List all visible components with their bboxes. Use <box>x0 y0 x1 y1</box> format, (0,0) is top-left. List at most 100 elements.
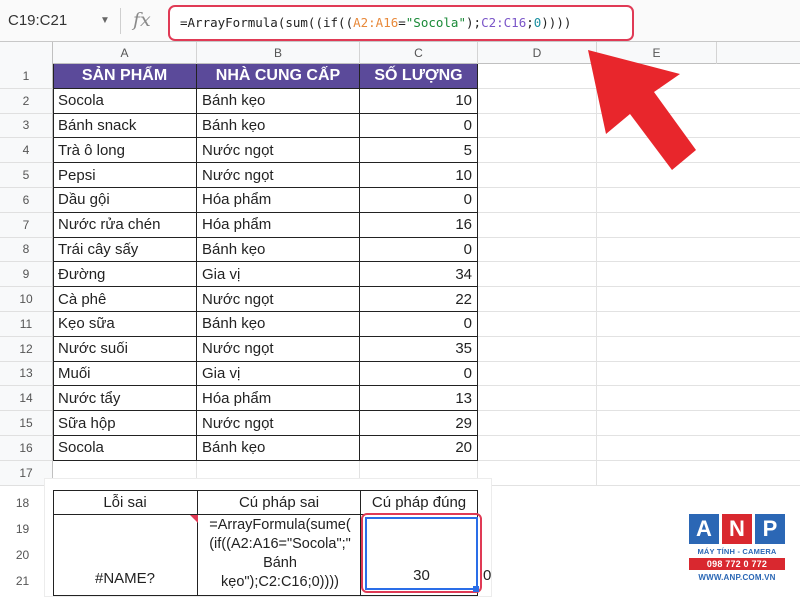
row-number[interactable]: 16 <box>0 436 53 461</box>
row-number[interactable]: 14 <box>0 386 53 412</box>
empty-cell[interactable] <box>478 287 597 312</box>
header-cell[interactable]: NHÀ CUNG CẤP <box>197 64 360 89</box>
quantity-cell[interactable]: 20 <box>360 436 478 461</box>
empty-cell[interactable] <box>478 163 597 188</box>
empty-cell[interactable] <box>478 64 597 89</box>
quantity-cell[interactable]: 13 <box>360 386 478 412</box>
row-number[interactable]: 20 <box>0 542 45 568</box>
supplier-cell[interactable]: Bánh kẹo <box>197 436 360 461</box>
supplier-cell[interactable]: Nước ngọt <box>197 411 360 436</box>
row-number[interactable]: 13 <box>0 361 53 387</box>
empty-cell[interactable] <box>478 237 597 263</box>
empty-cell[interactable] <box>597 461 800 486</box>
empty-cell[interactable] <box>478 113 597 139</box>
supplier-cell[interactable]: Hóa phẩm <box>197 212 360 238</box>
product-cell[interactable]: Dầu gội <box>53 188 197 213</box>
empty-cell[interactable] <box>597 386 800 412</box>
empty-cell[interactable] <box>478 436 597 461</box>
product-cell[interactable]: Đường <box>53 262 197 288</box>
empty-cell[interactable] <box>478 386 597 412</box>
chevron-down-icon[interactable]: ▼ <box>100 0 110 42</box>
wrong-syntax-header[interactable]: Cú pháp sai <box>198 490 361 515</box>
empty-cell[interactable] <box>597 312 800 337</box>
supplier-cell[interactable]: Gia vị <box>197 361 360 387</box>
empty-cell[interactable] <box>478 188 597 213</box>
supplier-cell[interactable]: Hóa phẩm <box>197 386 360 412</box>
product-cell[interactable]: Nước suối <box>53 336 197 362</box>
empty-cell[interactable] <box>478 361 597 387</box>
row-number[interactable]: 8 <box>0 237 53 263</box>
name-box[interactable]: C19:C21 ▼ <box>0 0 120 42</box>
column-header-c[interactable]: C <box>360 42 478 64</box>
supplier-cell[interactable]: Bánh kẹo <box>197 113 360 139</box>
empty-cell[interactable] <box>597 362 800 387</box>
quantity-cell[interactable]: 10 <box>360 88 478 114</box>
empty-cell[interactable] <box>478 336 597 362</box>
row-number[interactable]: 11 <box>0 312 53 337</box>
quantity-cell[interactable]: 0 <box>360 237 478 263</box>
empty-cell[interactable] <box>597 337 800 362</box>
empty-cell[interactable] <box>478 138 597 164</box>
header-cell[interactable]: SẢN PHẨM <box>53 64 197 89</box>
row-number[interactable]: 6 <box>0 188 53 213</box>
empty-cell[interactable] <box>478 460 597 486</box>
quantity-cell[interactable]: 35 <box>360 336 478 362</box>
product-cell[interactable]: Trà ô long <box>53 138 197 164</box>
wrong-syntax-cell[interactable]: =ArrayFormula(sume( (if((A2:A16="Socola"… <box>198 515 361 596</box>
row-number[interactable]: 5 <box>0 163 53 188</box>
product-cell[interactable]: Sữa hộp <box>53 411 197 436</box>
supplier-cell[interactable]: Nước ngọt <box>197 163 360 188</box>
supplier-cell[interactable]: Bánh kẹo <box>197 88 360 114</box>
empty-cell[interactable] <box>478 262 597 288</box>
correct-syntax-header[interactable]: Cú pháp đúng <box>361 490 478 515</box>
empty-cell[interactable] <box>597 287 800 312</box>
quantity-cell[interactable]: 10 <box>360 163 478 188</box>
row-number[interactable]: 9 <box>0 262 53 288</box>
supplier-cell[interactable]: Nước ngọt <box>197 287 360 312</box>
quantity-cell[interactable]: 0 <box>360 312 478 337</box>
row-number[interactable]: 7 <box>0 212 53 238</box>
row-number[interactable]: 15 <box>0 411 53 436</box>
row-number[interactable]: 12 <box>0 336 53 362</box>
select-all-corner[interactable] <box>0 42 53 64</box>
row-number[interactable]: 21 <box>0 568 45 594</box>
quantity-cell[interactable]: 29 <box>360 411 478 436</box>
supplier-cell[interactable]: Nước ngọt <box>197 336 360 362</box>
empty-cell[interactable] <box>478 88 597 114</box>
quantity-cell[interactable]: 16 <box>360 212 478 238</box>
quantity-cell[interactable]: 0 <box>360 188 478 213</box>
product-cell[interactable]: Nước rửa chén <box>53 212 197 238</box>
product-cell[interactable]: Trái cây sấy <box>53 237 197 263</box>
empty-cell[interactable] <box>597 213 800 238</box>
product-cell[interactable]: Socola <box>53 88 197 114</box>
quantity-cell[interactable]: 22 <box>360 287 478 312</box>
quantity-cell[interactable]: 34 <box>360 262 478 288</box>
product-cell[interactable]: Pepsi <box>53 163 197 188</box>
empty-cell[interactable] <box>478 212 597 238</box>
supplier-cell[interactable]: Bánh kẹo <box>197 237 360 263</box>
comment-indicator-icon[interactable] <box>190 515 198 523</box>
product-cell[interactable]: Nước tẩy <box>53 386 197 412</box>
row-number[interactable]: 18 <box>0 491 45 515</box>
quantity-cell[interactable]: 0 <box>360 113 478 139</box>
supplier-cell[interactable]: Nước ngọt <box>197 138 360 164</box>
product-cell[interactable]: Kẹo sữa <box>53 312 197 337</box>
supplier-cell[interactable]: Gia vị <box>197 262 360 288</box>
column-header-d[interactable]: D <box>478 42 597 64</box>
error-cell[interactable]: #NAME? <box>53 515 198 596</box>
row-number[interactable]: 10 <box>0 287 53 312</box>
empty-cell[interactable] <box>478 312 597 337</box>
product-cell[interactable]: Socola <box>53 436 197 461</box>
selected-range[interactable]: 30 <box>365 517 478 590</box>
empty-cell[interactable] <box>597 262 800 288</box>
error-header[interactable]: Lỗi sai <box>53 490 198 515</box>
empty-cell[interactable] <box>597 238 800 263</box>
quantity-cell[interactable]: 5 <box>360 138 478 164</box>
row-number[interactable]: 2 <box>0 88 53 114</box>
row-number[interactable]: 19 <box>0 516 45 542</box>
quantity-cell[interactable]: 0 <box>360 361 478 387</box>
supplier-cell[interactable]: Hóa phẩm <box>197 188 360 213</box>
column-header-a[interactable]: A <box>53 42 197 64</box>
empty-cell[interactable] <box>597 188 800 213</box>
formula-input[interactable]: =ArrayFormula(sum((if((A2:A16="Socola");… <box>168 5 634 41</box>
